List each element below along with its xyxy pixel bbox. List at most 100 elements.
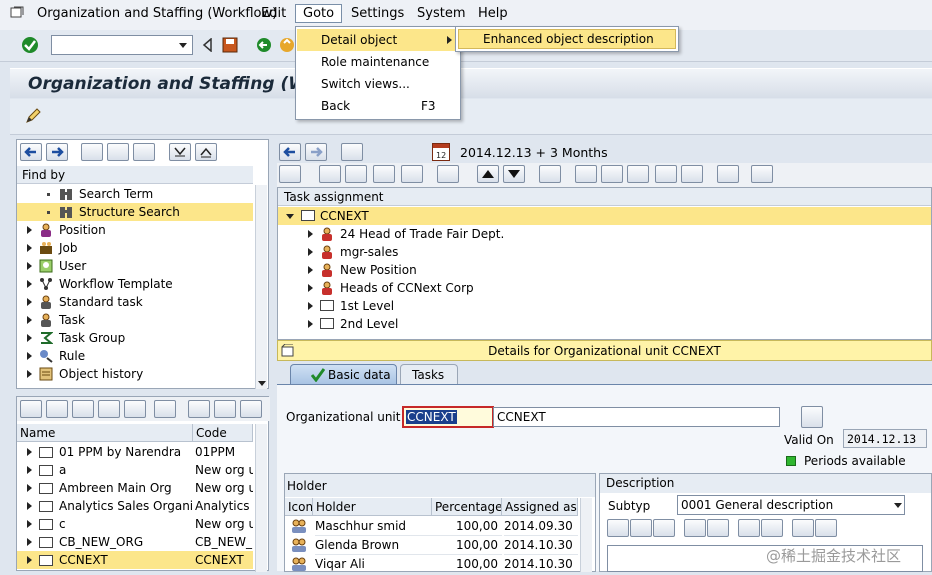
back-triangle-icon[interactable]	[202, 37, 212, 55]
col-assigned[interactable]: Assigned as c	[502, 498, 578, 516]
col-percentage[interactable]: Percentage	[432, 498, 502, 516]
menu-back[interactable]: Back F3	[297, 95, 459, 117]
st-grid-icon[interactable]	[751, 165, 773, 183]
col-code[interactable]: Code	[193, 424, 253, 442]
hl-grid-icon[interactable]	[240, 400, 262, 418]
node-icon-3[interactable]	[133, 143, 155, 161]
expand-icon[interactable]	[27, 520, 32, 528]
expand-icon[interactable]	[27, 556, 32, 564]
find-by-item[interactable]: Rule	[17, 347, 253, 365]
command-field[interactable]	[51, 35, 193, 55]
ta-forward-icon[interactable]	[305, 143, 327, 161]
expand-icon[interactable]	[27, 502, 32, 510]
edit-pencil-icon[interactable]	[24, 107, 42, 128]
expand-icon[interactable]	[308, 284, 313, 292]
tab-tasks[interactable]: Tasks	[400, 364, 458, 384]
expand-icon[interactable]	[308, 248, 313, 256]
st-detail-icon[interactable]	[681, 165, 703, 183]
holder-row[interactable]: Glenda Brown 100,00 2014.10.30	[285, 536, 578, 555]
hl-print-icon[interactable]	[188, 400, 210, 418]
collapse-all-icon[interactable]	[195, 143, 217, 161]
find-by-item[interactable]: Object history	[17, 365, 253, 383]
expand-icon[interactable]	[308, 266, 313, 274]
find-by-item[interactable]: User	[17, 257, 253, 275]
col-icon[interactable]: Icon	[285, 498, 313, 516]
holder-scrollbar[interactable]	[580, 498, 592, 572]
st-date-icon[interactable]	[401, 165, 423, 183]
hit-list-row[interactable]: CCNEXT CCNEXT	[17, 551, 253, 569]
subtype-select[interactable]: 0001 General description	[677, 495, 905, 515]
exit-icon[interactable]	[279, 37, 295, 56]
menu-organization-staffing[interactable]: Organization and Staffing (Workflow)	[37, 6, 277, 21]
expand-icon[interactable]	[27, 370, 32, 378]
load-icon[interactable]	[792, 519, 814, 537]
find-by-item[interactable]: Task Group	[17, 329, 253, 347]
tree-child-row[interactable]: 24 Head of Trade Fair Dept.	[278, 225, 931, 243]
hit-list-row[interactable]: 01 PPM by Narendra 01PPM	[17, 443, 253, 461]
st-down-icon[interactable]	[503, 165, 525, 183]
cut-icon[interactable]	[607, 519, 629, 537]
enter-check-icon[interactable]	[21, 36, 39, 54]
st-find-next-icon[interactable]	[627, 165, 649, 183]
st-org-icon[interactable]	[373, 165, 395, 183]
find-next-icon[interactable]	[761, 519, 783, 537]
st-print-icon[interactable]	[575, 165, 597, 183]
st-copy-icon[interactable]	[279, 165, 301, 183]
st-columns-icon[interactable]	[717, 165, 739, 183]
col-name[interactable]: Name	[17, 424, 193, 442]
calendar-icon[interactable]: 12	[432, 143, 450, 161]
find-by-item[interactable]: Job	[17, 239, 253, 257]
expand-icon[interactable]	[27, 484, 32, 492]
tab-basic-data[interactable]: Basic data	[290, 364, 397, 384]
find-by-item[interactable]: Structure Search	[17, 203, 253, 221]
ta-list-icon[interactable]	[341, 143, 363, 161]
back-icon[interactable]	[256, 37, 272, 56]
expand-icon[interactable]	[27, 226, 32, 234]
expand-icon[interactable]	[27, 316, 32, 324]
expand-icon[interactable]	[27, 280, 32, 288]
hl-binoculars-icon[interactable]	[46, 400, 68, 418]
expand-icon[interactable]	[27, 244, 32, 252]
holder-row[interactable]: Viqar Ali 100,00 2014.10.30	[285, 555, 578, 574]
nav-right-icon[interactable]	[46, 143, 68, 161]
find-by-item[interactable]: Search Term	[17, 185, 253, 203]
hit-list-scrollbar[interactable]	[255, 424, 267, 572]
find-icon[interactable]	[738, 519, 760, 537]
col-holder[interactable]: Holder	[313, 498, 432, 516]
tree-root-row[interactable]: CCNEXT	[278, 207, 931, 225]
hl-refresh-icon[interactable]	[154, 400, 176, 418]
expand-icon[interactable]	[308, 230, 313, 238]
hit-list-row[interactable]: CB_NEW_ORG CB_NEW_(	[17, 533, 253, 551]
expand-icon[interactable]	[308, 302, 313, 310]
menu-switch-views[interactable]: Switch views...	[297, 73, 459, 95]
menu-system[interactable]: System	[417, 6, 465, 21]
hit-list-row[interactable]: Analytics Sales OrganizatAnalytics	[17, 497, 253, 515]
st-delete-icon[interactable]	[437, 165, 459, 183]
menu-settings[interactable]: Settings	[351, 6, 404, 21]
tree-child-row[interactable]: New Position	[278, 261, 931, 279]
menu-enhanced-object-description[interactable]: Enhanced object description	[458, 29, 676, 49]
st-copy2-icon[interactable]	[345, 165, 367, 183]
expand-icon[interactable]	[27, 448, 32, 456]
find-by-item[interactable]: Workflow Template	[17, 275, 253, 293]
st-new-icon[interactable]	[319, 165, 341, 183]
expand-icon[interactable]	[27, 298, 32, 306]
expand-icon[interactable]	[27, 466, 32, 474]
nav-left-icon[interactable]	[20, 143, 42, 161]
hit-list-row[interactable]: a New org u	[17, 461, 253, 479]
menu-detail-object[interactable]: Detail object	[297, 29, 459, 51]
st-expand-icon[interactable]	[655, 165, 677, 183]
hl-layout-icon[interactable]	[214, 400, 236, 418]
menu-help[interactable]: Help	[478, 6, 508, 21]
expand-icon[interactable]	[27, 262, 32, 270]
find-by-item[interactable]: Task	[17, 311, 253, 329]
node-icon-2[interactable]	[107, 143, 129, 161]
expand-icon[interactable]	[27, 352, 32, 360]
expand-icon[interactable]	[286, 214, 294, 219]
st-find-icon[interactable]	[601, 165, 623, 183]
chevron-down-icon[interactable]	[894, 503, 902, 508]
expand-icon[interactable]	[308, 320, 313, 328]
find-by-item[interactable]: Position	[17, 221, 253, 239]
st-up-icon[interactable]	[477, 165, 499, 183]
chevron-down-icon[interactable]	[179, 43, 187, 48]
